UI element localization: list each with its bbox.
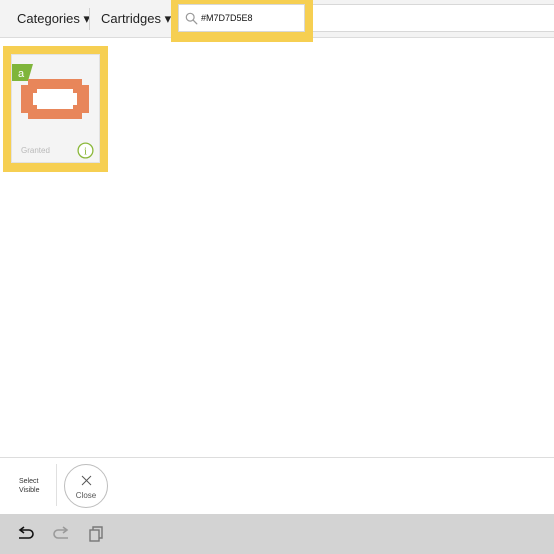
image-tile[interactable]: a Granted i	[11, 54, 100, 163]
search-icon	[185, 12, 198, 25]
close-button[interactable]: Close	[64, 464, 108, 508]
tile-status: Granted	[21, 146, 50, 155]
nav-divider	[89, 8, 90, 30]
categories-dropdown[interactable]: Categories ▾	[17, 0, 90, 38]
info-icon-glyph: i	[84, 146, 87, 158]
select-visible-button[interactable]: Select Visible	[19, 477, 49, 495]
action-divider	[56, 464, 57, 506]
search-input[interactable]	[201, 8, 301, 28]
close-label: Close	[75, 491, 97, 500]
search-field-extension[interactable]	[313, 4, 554, 32]
system-nav-bar	[0, 514, 554, 554]
label-shape-image	[21, 79, 89, 119]
action-bar: Select Visible Close	[0, 457, 554, 514]
close-icon	[81, 475, 92, 486]
forward-icon[interactable]	[53, 526, 70, 542]
recent-apps-icon[interactable]	[88, 526, 105, 542]
back-icon[interactable]	[17, 526, 34, 542]
cartridges-dropdown[interactable]: Cartridges ▾	[101, 0, 171, 38]
top-bar: Categories ▾ Cartridges ▾	[0, 0, 554, 42]
search-box[interactable]	[178, 4, 305, 32]
info-icon[interactable]: i	[77, 142, 94, 159]
